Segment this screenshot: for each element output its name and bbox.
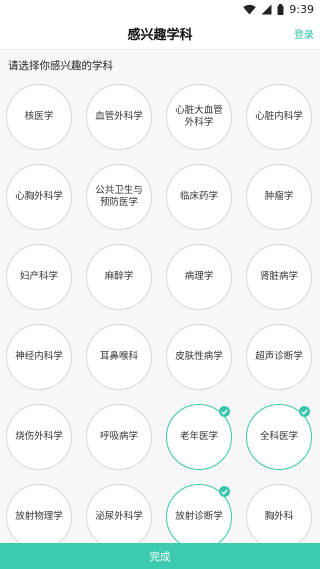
subject-label: 麻醉学: [104, 271, 134, 282]
subject-option[interactable]: 心脏大血管外科学: [166, 84, 232, 150]
subject-label: 老年医学: [179, 431, 218, 442]
status-bar: 9:39: [0, 0, 320, 18]
subject-option[interactable]: 病理学: [166, 244, 232, 310]
subject-label: 肾脏病学: [259, 271, 298, 282]
page-title: 感兴趣学科: [127, 28, 193, 43]
subject-label: 全科医学: [259, 431, 298, 442]
subject-option[interactable]: 心脏内科学: [246, 84, 312, 150]
checkmark-icon: [219, 406, 230, 417]
subject-option[interactable]: 呼吸病学: [86, 404, 152, 470]
subject-option[interactable]: 麻醉学: [86, 244, 152, 310]
subject-option[interactable]: 神经内科学: [6, 324, 72, 390]
subject-label: 放射诊断学: [175, 511, 223, 522]
subject-label: 呼吸病学: [99, 431, 138, 442]
subject-label: 心脏内科学: [255, 111, 303, 122]
subject-label: 心胸外科学: [15, 191, 63, 202]
subject-option[interactable]: 临床药学: [166, 164, 232, 230]
subject-label: 耳鼻喉科: [99, 351, 138, 362]
subject-label: 血管外科学: [95, 111, 143, 122]
subject-label: 超声诊断学: [255, 351, 303, 362]
subject-label: 核医学: [24, 111, 54, 122]
subject-label: 神经内科学: [15, 351, 63, 362]
subject-option[interactable]: 放射诊断学: [166, 484, 232, 550]
app-bar: 感兴趣学科 登录: [0, 18, 320, 50]
subject-option[interactable]: 血管外科学: [86, 84, 152, 150]
subject-label: 临床药学: [179, 191, 218, 202]
subject-option[interactable]: 全科医学: [246, 404, 312, 470]
subject-label: 皮肤性病学: [175, 351, 223, 362]
subject-label: 病理学: [184, 271, 214, 282]
subject-option[interactable]: 肿瘤学: [246, 164, 312, 230]
done-button[interactable]: 完成: [0, 543, 320, 569]
subject-option[interactable]: 耳鼻喉科: [86, 324, 152, 390]
subject-option[interactable]: 泌尿外科学: [86, 484, 152, 550]
subject-label: 肿瘤学: [264, 191, 294, 202]
signal-icon: [261, 4, 272, 15]
subject-option[interactable]: 皮肤性病学: [166, 324, 232, 390]
checkmark-icon: [299, 406, 310, 417]
subject-option[interactable]: 胸外科: [246, 484, 312, 550]
subject-label: 泌尿外科学: [95, 511, 143, 522]
selection-prompt: 请选择你感兴趣的学科: [8, 60, 113, 72]
subject-label: 放射物理学: [15, 511, 63, 522]
login-button[interactable]: 登录: [294, 26, 314, 41]
subject-option[interactable]: 核医学: [6, 84, 72, 150]
subject-option[interactable]: 肾脏病学: [246, 244, 312, 310]
subject-label: 心脏大血管外科学: [175, 105, 223, 128]
subject-label: 妇产科学: [19, 271, 58, 282]
status-time: 9:39: [289, 2, 314, 16]
subject-label: 公共卫生与预防医学: [95, 185, 143, 208]
subject-option[interactable]: 公共卫生与预防医学: [86, 164, 152, 230]
subject-option[interactable]: 妇产科学: [6, 244, 72, 310]
subject-option[interactable]: 放射物理学: [6, 484, 72, 550]
subject-label: 烧伤外科学: [15, 431, 63, 442]
checkmark-icon: [219, 486, 230, 497]
subject-option[interactable]: 烧伤外科学: [6, 404, 72, 470]
wifi-icon: [243, 4, 256, 15]
subject-option[interactable]: 超声诊断学: [246, 324, 312, 390]
subject-option[interactable]: 心胸外科学: [6, 164, 72, 230]
battery-icon: [277, 3, 284, 15]
subject-option[interactable]: 老年医学: [166, 404, 232, 470]
subject-label: 胸外科: [264, 511, 294, 522]
